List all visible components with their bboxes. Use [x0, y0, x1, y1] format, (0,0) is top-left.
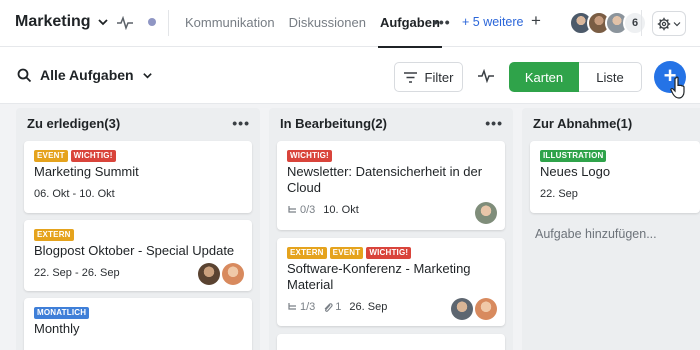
tab-kommunikation[interactable]: Kommunikation	[185, 0, 275, 47]
card-meta: 22. Sep	[540, 188, 690, 200]
card-date: 26. Sep	[349, 301, 388, 313]
assignee-avatars	[451, 298, 497, 320]
toolbar: Alle Aufgaben Filter Karten Liste +	[0, 47, 700, 103]
task-card[interactable]	[277, 334, 505, 350]
tag-badge: WICHTIG!	[70, 150, 116, 162]
column-title: Zur Abnahme(1)	[533, 115, 633, 131]
avatar	[222, 263, 244, 285]
column-in-bearbeitung: In Bearbeitung(2) ••• WICHTIG! Newslette…	[269, 108, 513, 350]
card-date: 06. Okt - 10. Okt	[34, 188, 115, 200]
task-card[interactable]: MONATLICH Monthly	[24, 298, 252, 350]
search-icon	[17, 68, 32, 82]
avatar	[475, 202, 497, 224]
tab-aufgaben[interactable]: Aufgaben	[377, 0, 442, 48]
avatar	[198, 263, 220, 285]
card-title: Software-Konferenz - Marketing Material	[287, 261, 471, 292]
tab-bar: Kommunikation Diskussionen Aufgaben	[185, 0, 454, 48]
activity-icon[interactable]	[117, 16, 133, 30]
tag-badge: WICHTIG!	[366, 247, 412, 259]
card-title: Newsletter: Datensicherheit in der Cloud	[287, 164, 483, 195]
card-date: 22. Sep - 26. Sep	[34, 267, 120, 279]
card-date: 22. Sep	[540, 188, 578, 200]
status-dot	[148, 18, 156, 26]
assignee-avatars	[198, 263, 244, 285]
subtask-icon	[288, 205, 296, 213]
card-title: Monthly	[34, 321, 80, 336]
tag-badge: EVENT	[329, 247, 364, 259]
task-board: Zu erledigen(3) ••• EVENT WICHTIG! Marke…	[0, 103, 700, 350]
subtask-icon	[288, 302, 296, 310]
cards-view-button[interactable]: Karten	[509, 62, 579, 92]
tag-badge: EXTERN	[34, 229, 74, 241]
view-mode-toggle: Karten Liste	[509, 62, 642, 92]
tag-badge: MONATLICH	[34, 307, 90, 319]
column-header: In Bearbeitung(2) •••	[269, 108, 513, 138]
column-zur-abnahme: Zur Abnahme(1) ILLUSTRATION Neues Logo 2…	[522, 108, 700, 350]
tag-list: ILLUSTRATION	[540, 150, 690, 162]
project-switcher[interactable]: Marketing	[15, 13, 109, 31]
tag-list: EVENT WICHTIG!	[34, 150, 242, 162]
task-card[interactable]: ILLUSTRATION Neues Logo 22. Sep	[530, 141, 700, 213]
tag-list: MONATLICH	[34, 307, 242, 319]
subtask-count: 0/3	[287, 204, 315, 216]
tab-options-icon[interactable]: •••	[433, 14, 451, 30]
card-meta: 06. Okt - 10. Okt	[34, 188, 242, 200]
filter-button[interactable]: Filter	[394, 62, 463, 92]
tab-diskussionen[interactable]: Diskussionen	[289, 0, 366, 47]
attachment-count: 1	[323, 301, 341, 313]
tag-list: EXTERN	[34, 229, 242, 241]
chevron-down-icon	[673, 21, 681, 26]
assignee-avatars	[475, 202, 497, 224]
column-options-icon[interactable]: •••	[485, 115, 503, 131]
task-card[interactable]: EXTERN EVENT WICHTIG! Software-Konferenz…	[277, 238, 505, 326]
hand-cursor-icon	[670, 76, 685, 99]
column-header: Zu erledigen(3) •••	[16, 108, 260, 138]
member-avatars[interactable]: 6	[569, 11, 647, 35]
column-zu-erledigen: Zu erledigen(3) ••• EVENT WICHTIG! Marke…	[16, 108, 260, 350]
view-selector[interactable]: Alle Aufgaben	[17, 67, 153, 83]
task-card[interactable]: EXTERN Blogpost Oktober - Special Update…	[24, 220, 252, 291]
member-count: 6	[623, 11, 647, 35]
column-options-icon[interactable]: •••	[232, 115, 250, 131]
tag-list: EXTERN EVENT WICHTIG!	[287, 247, 495, 259]
card-meta: 0/3 10. Okt	[287, 204, 495, 216]
gear-icon	[657, 17, 671, 30]
add-tab-button[interactable]: +	[531, 11, 541, 31]
card-date: 10. Okt	[323, 204, 359, 216]
activity-icon[interactable]	[478, 69, 494, 83]
view-title: Alle Aufgaben	[40, 67, 134, 83]
chevron-down-icon	[97, 19, 108, 26]
task-card[interactable]: WICHTIG! Newsletter: Datensicherheit in …	[277, 141, 505, 230]
add-task-link[interactable]: Aufgabe hinzufügen...	[530, 220, 700, 248]
tag-badge: WICHTIG!	[287, 150, 332, 162]
top-bar: Marketing Kommunikation Diskussionen Auf…	[0, 0, 700, 48]
tag-badge: EVENT	[34, 150, 68, 162]
more-tabs-link[interactable]: + 5 weitere	[462, 15, 524, 29]
subtask-count: 1/3	[287, 301, 315, 313]
filter-icon	[403, 71, 417, 83]
avatar	[475, 298, 497, 320]
divider	[168, 10, 169, 36]
tag-badge: EXTERN	[287, 247, 327, 259]
card-title: Marketing Summit	[34, 164, 139, 179]
list-view-button[interactable]: Liste	[579, 62, 642, 92]
avatar	[451, 298, 473, 320]
filter-label: Filter	[424, 69, 454, 85]
card-title: Blogpost Oktober - Special Update	[34, 243, 235, 258]
settings-button[interactable]	[652, 11, 686, 36]
card-title: Neues Logo	[540, 164, 611, 179]
chevron-down-icon	[142, 72, 152, 79]
paperclip-icon	[324, 302, 333, 312]
task-card[interactable]: EVENT WICHTIG! Marketing Summit 06. Okt …	[24, 141, 252, 213]
project-name: Marketing	[15, 13, 91, 30]
column-title: Zu erledigen(3)	[27, 115, 121, 131]
divider	[641, 10, 642, 36]
column-header: Zur Abnahme(1)	[522, 108, 700, 138]
tag-badge: ILLUSTRATION	[540, 150, 607, 162]
column-title: In Bearbeitung(2)	[280, 115, 387, 131]
tag-list: WICHTIG!	[287, 150, 495, 162]
